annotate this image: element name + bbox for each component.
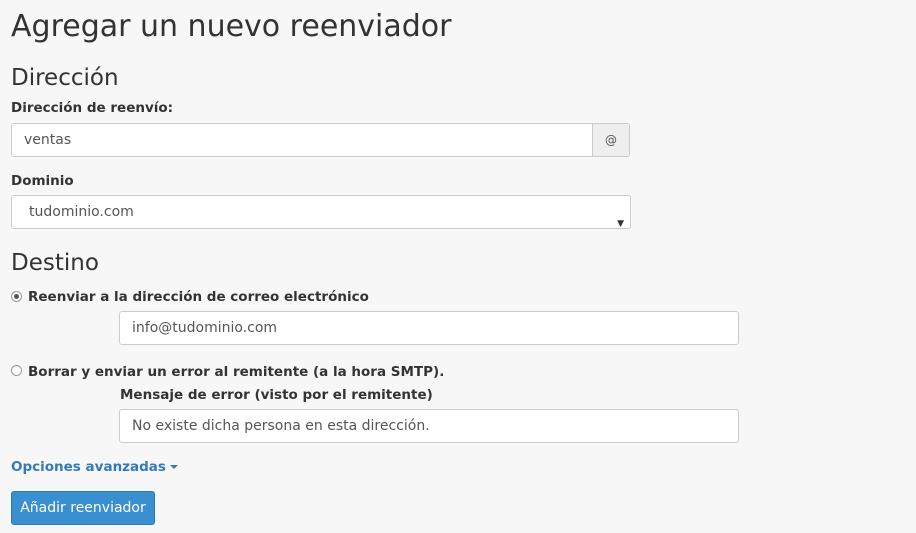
domain-label: Dominio (11, 173, 74, 189)
forward-email-input[interactable]: info@tudominio.com (119, 311, 739, 345)
domain-select-value: tudominio.com (29, 204, 134, 220)
page-title: Agregar un nuevo reenviador (11, 9, 452, 44)
forward-email-radio-label[interactable]: Reenviar a la dirección de correo electr… (28, 288, 369, 306)
at-symbol-addon: @ (592, 123, 630, 157)
add-forwarder-button[interactable]: Añadir reenviador (11, 491, 155, 525)
discard-error-radio[interactable] (11, 365, 22, 376)
advanced-options-label: Opciones avanzadas (11, 459, 166, 475)
forward-address-label: Dirección de reenvío: (11, 100, 174, 116)
address-section-title: Dirección (11, 65, 119, 91)
forward-address-input[interactable]: ventas (11, 123, 593, 157)
error-message-input[interactable]: No existe dicha persona en esta direcció… (119, 409, 739, 443)
advanced-options-link[interactable]: Opciones avanzadas (11, 458, 178, 476)
chevron-down-icon: ▼ (617, 219, 624, 229)
discard-error-radio-label[interactable]: Borrar y enviar un error al remitente (a… (28, 363, 444, 381)
domain-select[interactable]: tudominio.com ▼ (11, 195, 631, 229)
error-message-label: Mensaje de error (visto por el remitente… (120, 387, 433, 403)
destination-section-title: Destino (11, 250, 99, 276)
forward-email-radio[interactable] (11, 291, 22, 302)
caret-down-icon (169, 465, 178, 469)
